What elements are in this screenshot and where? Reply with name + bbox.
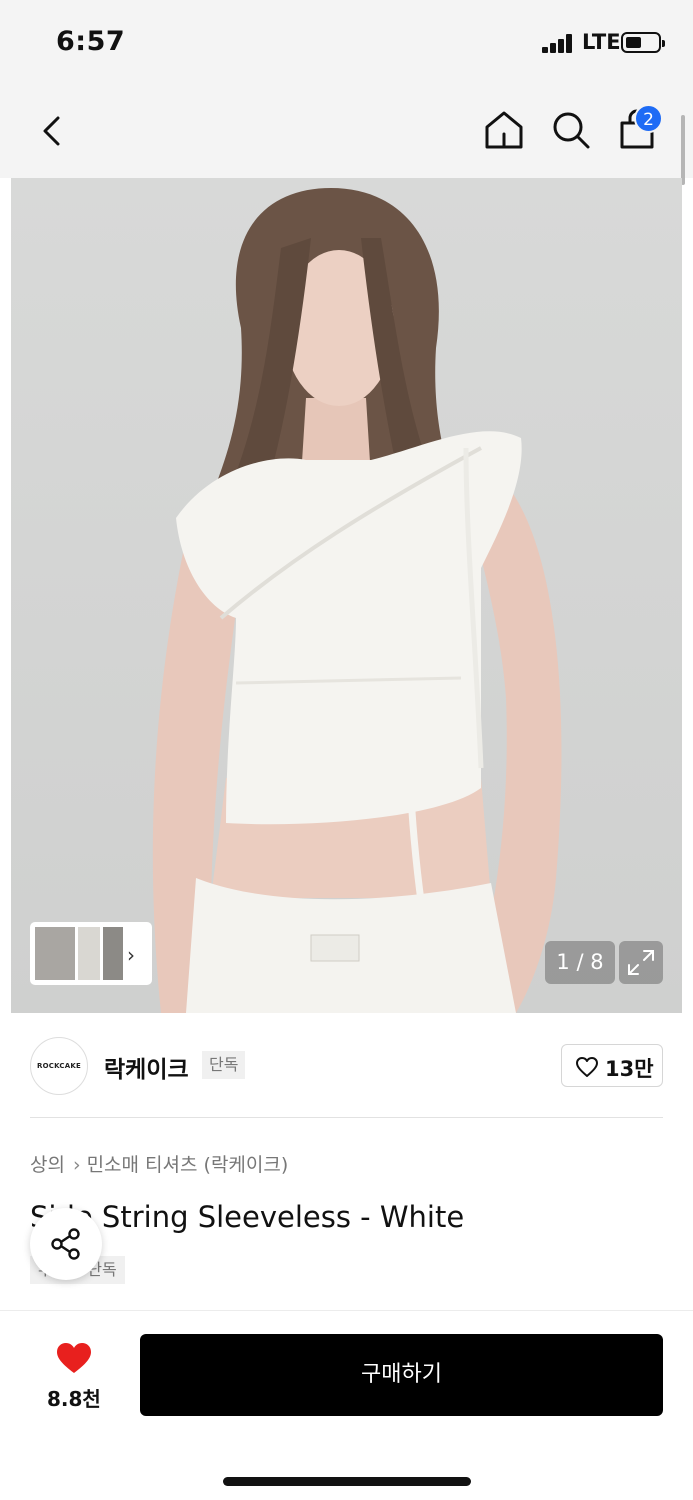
heart-outline-icon	[576, 1057, 598, 1077]
brand-name[interactable]: 락케이크	[104, 1050, 189, 1084]
status-bar: 6:57 LTE	[0, 0, 693, 86]
search-icon	[553, 112, 590, 149]
battery-icon	[621, 32, 665, 53]
brand-like-button[interactable]: 13만	[561, 1044, 663, 1087]
brand-like-count: 13만	[605, 1057, 654, 1081]
home-indicator	[223, 1477, 471, 1486]
top-navigation	[0, 86, 693, 178]
network-label: LTE	[582, 30, 621, 54]
buy-button[interactable]: 구매하기	[140, 1334, 663, 1416]
chevron-right-icon[interactable]: ›	[127, 943, 135, 967]
share-button[interactable]	[30, 1208, 102, 1280]
scrollbar[interactable]	[681, 115, 685, 185]
brand-row: ROCKCAKE 락케이크 단독 13만	[0, 1013, 693, 1117]
chevron-left-icon	[43, 116, 60, 146]
heart-filled-icon[interactable]	[55, 1341, 93, 1375]
expand-button[interactable]	[619, 941, 663, 984]
share-icon	[51, 1228, 80, 1260]
cart-count-badge: 2	[634, 104, 663, 133]
divider	[30, 1117, 663, 1118]
exclusive-badge: 단독	[202, 1051, 246, 1079]
home-button[interactable]	[481, 107, 527, 153]
back-button[interactable]	[30, 108, 76, 154]
breadcrumb-category[interactable]: 상의	[30, 1150, 65, 1177]
signal-icon	[542, 33, 576, 53]
thumbnail-2[interactable]	[78, 927, 100, 980]
home-icon	[485, 111, 523, 149]
breadcrumb-subcategory[interactable]: 민소매 티셔츠 (락케이크)	[87, 1150, 289, 1177]
breadcrumb: 상의 › 민소매 티셔츠 (락케이크)	[30, 1150, 288, 1177]
status-time: 6:57	[56, 26, 126, 57]
product-image[interactable]	[11, 178, 682, 1013]
product-photo-illustration	[152, 188, 562, 1013]
brand-logo[interactable]: ROCKCAKE	[30, 1037, 88, 1095]
bottom-action-bar: 8.8천 구매하기	[0, 1310, 693, 1500]
chevron-right-icon: ›	[72, 1154, 81, 1176]
thumbnail-1[interactable]	[35, 927, 75, 980]
favorite-count: 8.8천	[47, 1387, 101, 1411]
expand-icon	[628, 950, 654, 975]
image-page-counter: 1 / 8	[545, 941, 615, 984]
search-button[interactable]	[548, 107, 594, 153]
thumbnail-3[interactable]	[103, 927, 123, 980]
